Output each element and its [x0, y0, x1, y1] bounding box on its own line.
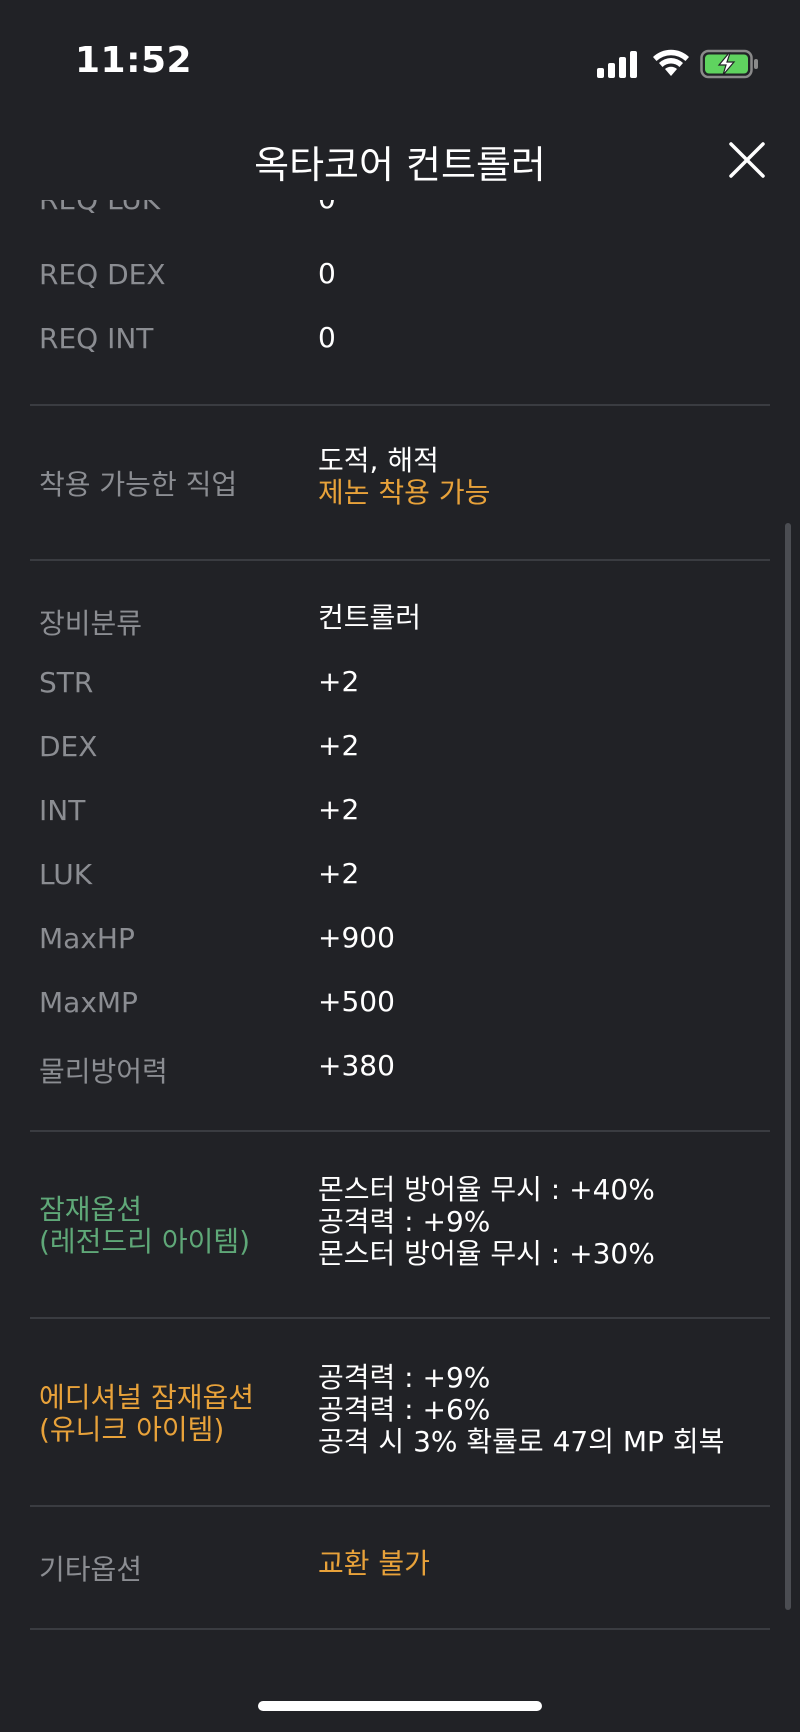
- stat-label: INT: [39, 794, 86, 827]
- stat-label: DEX: [39, 730, 98, 763]
- additional-potential-option: 공격력 : +6%: [318, 1393, 491, 1426]
- potential-grade-label: (레전드리 아이템): [39, 1225, 251, 1258]
- stat-label: REQ INT: [39, 322, 154, 355]
- other-options-label: 기타옵션: [39, 1553, 143, 1586]
- stat-value: 0: [318, 257, 336, 290]
- additional-potential-option: 공격 시 3% 확률로 47의 MP 회복: [318, 1425, 725, 1458]
- additional-potential-grade-label: (유니크 아이템): [39, 1413, 225, 1446]
- job-label: 착용 가능한 직업: [39, 468, 238, 501]
- status-time: 11:52: [75, 40, 193, 81]
- potential-option: 몬스터 방어율 무시 : +30%: [318, 1237, 655, 1270]
- item-detail-scroll-area[interactable]: REQ LUK 0 REQ DEX 0 REQ INT 0 착용 가능한 직업 …: [0, 200, 800, 1650]
- divider: [30, 404, 770, 406]
- close-icon[interactable]: [726, 139, 768, 181]
- stat-label: 물리방어력: [39, 1055, 168, 1088]
- battery-charging-icon: [700, 49, 758, 79]
- status-bar: 11:52: [0, 0, 800, 120]
- job-list: 도적, 해적: [318, 444, 439, 477]
- stat-value: 컨트롤러: [318, 601, 422, 634]
- stat-value: +2: [318, 793, 360, 826]
- stat-label: LUK: [39, 858, 93, 891]
- zero-equip-note: 제논 착용 가능: [318, 476, 491, 509]
- stat-value: +500: [318, 985, 395, 1018]
- wifi-icon: [653, 49, 689, 76]
- stat-label: MaxMP: [39, 986, 138, 1019]
- additional-potential-option: 공격력 : +9%: [318, 1361, 491, 1394]
- stat-value: +2: [318, 665, 360, 698]
- stat-label: 장비분류: [39, 607, 143, 640]
- stat-value: +2: [318, 857, 360, 890]
- divider: [30, 1628, 770, 1630]
- scrollbar[interactable]: [785, 523, 791, 1610]
- stat-value: +900: [318, 921, 395, 954]
- stat-value: 0: [318, 321, 336, 354]
- home-indicator[interactable]: [258, 1701, 542, 1711]
- divider: [30, 1317, 770, 1319]
- divider: [30, 1505, 770, 1507]
- page-title: 옥타코어 컨트롤러: [254, 143, 546, 187]
- potential-option: 공격력 : +9%: [318, 1205, 491, 1238]
- stat-value: 0: [318, 200, 336, 215]
- stat-value: +2: [318, 729, 360, 762]
- stat-label: MaxHP: [39, 922, 135, 955]
- stat-label: REQ DEX: [39, 258, 166, 291]
- header: 옥타코어 컨트롤러: [0, 120, 800, 200]
- potential-option: 몬스터 방어율 무시 : +40%: [318, 1173, 655, 1206]
- stat-label: REQ LUK: [39, 200, 160, 216]
- divider: [30, 559, 770, 561]
- stat-value: +380: [318, 1049, 395, 1082]
- stat-label: STR: [39, 666, 94, 699]
- cellular-signal-icon: [597, 50, 637, 78]
- divider: [30, 1130, 770, 1132]
- screen: 11:52 옥타코어 컨트롤러 REQ LUK: [0, 0, 800, 1732]
- other-options-value: 교환 불가: [318, 1547, 430, 1580]
